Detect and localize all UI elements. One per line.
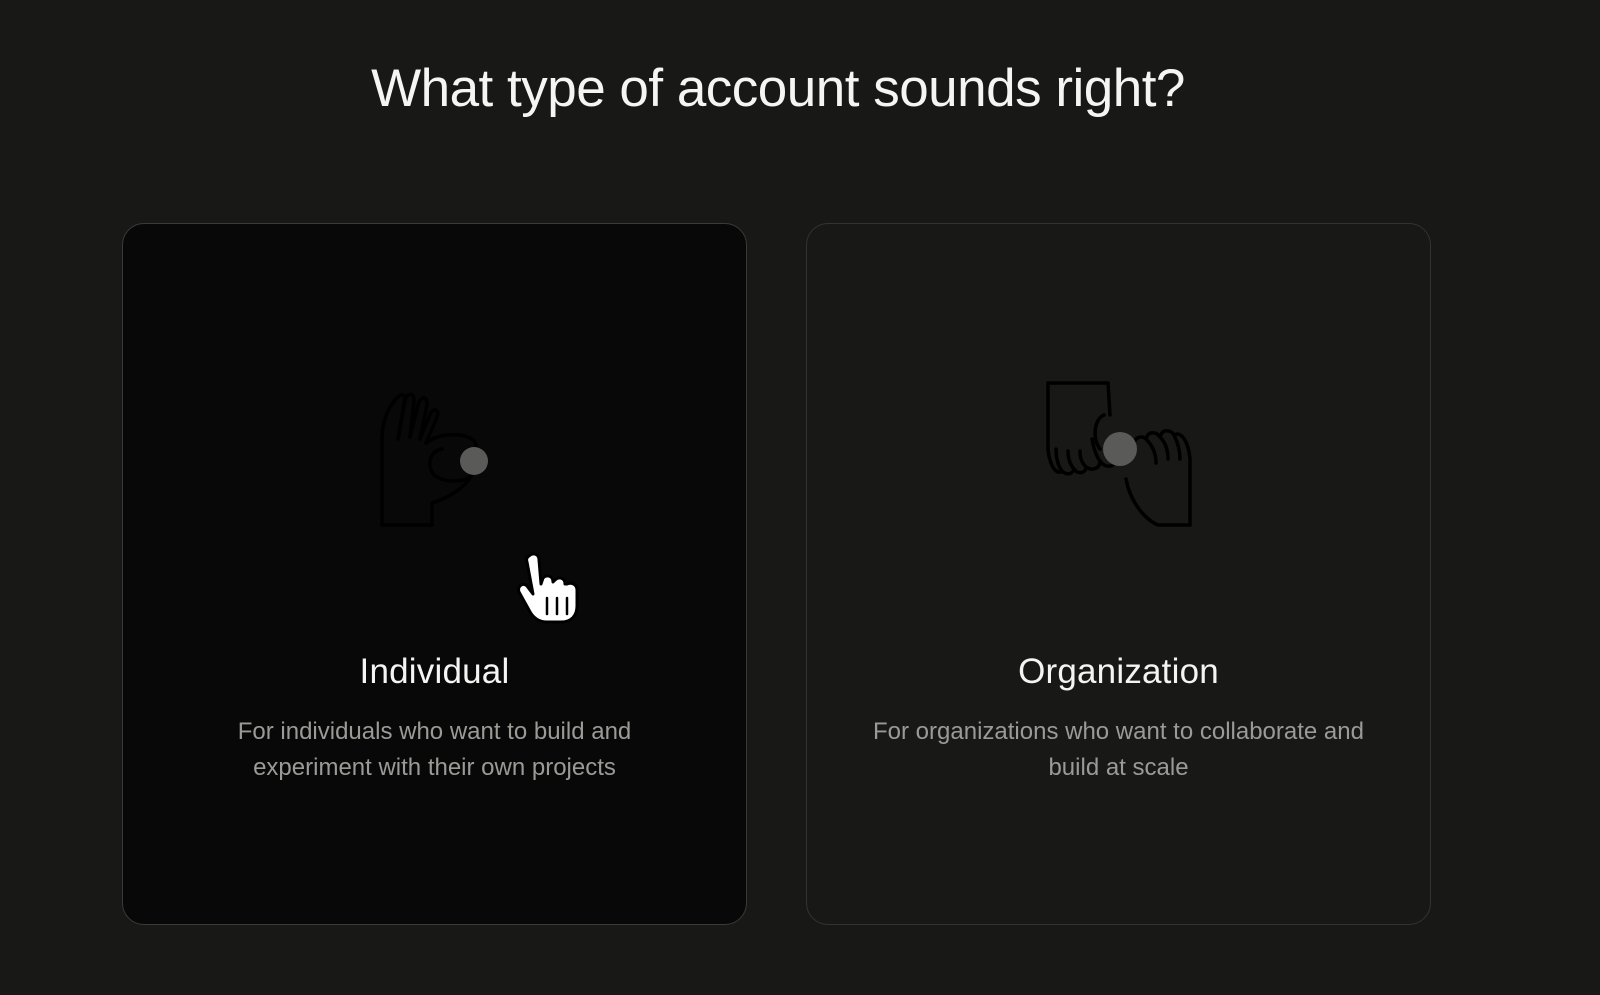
individual-account-card[interactable]: Individual For individuals who want to b… <box>122 223 747 925</box>
organization-card-title: Organization <box>1018 652 1219 691</box>
handshake-icon <box>1045 381 1192 527</box>
organization-account-card[interactable]: Organization For organizations who want … <box>806 223 1431 925</box>
organization-card-description: For organizations who want to collaborat… <box>873 718 1364 781</box>
page-title: What type of account sounds right? <box>371 59 1185 118</box>
individual-card-description: For individuals who want to build and ex… <box>237 718 632 781</box>
ok-hand-icon <box>379 392 488 527</box>
individual-card-title: Individual <box>359 652 510 691</box>
